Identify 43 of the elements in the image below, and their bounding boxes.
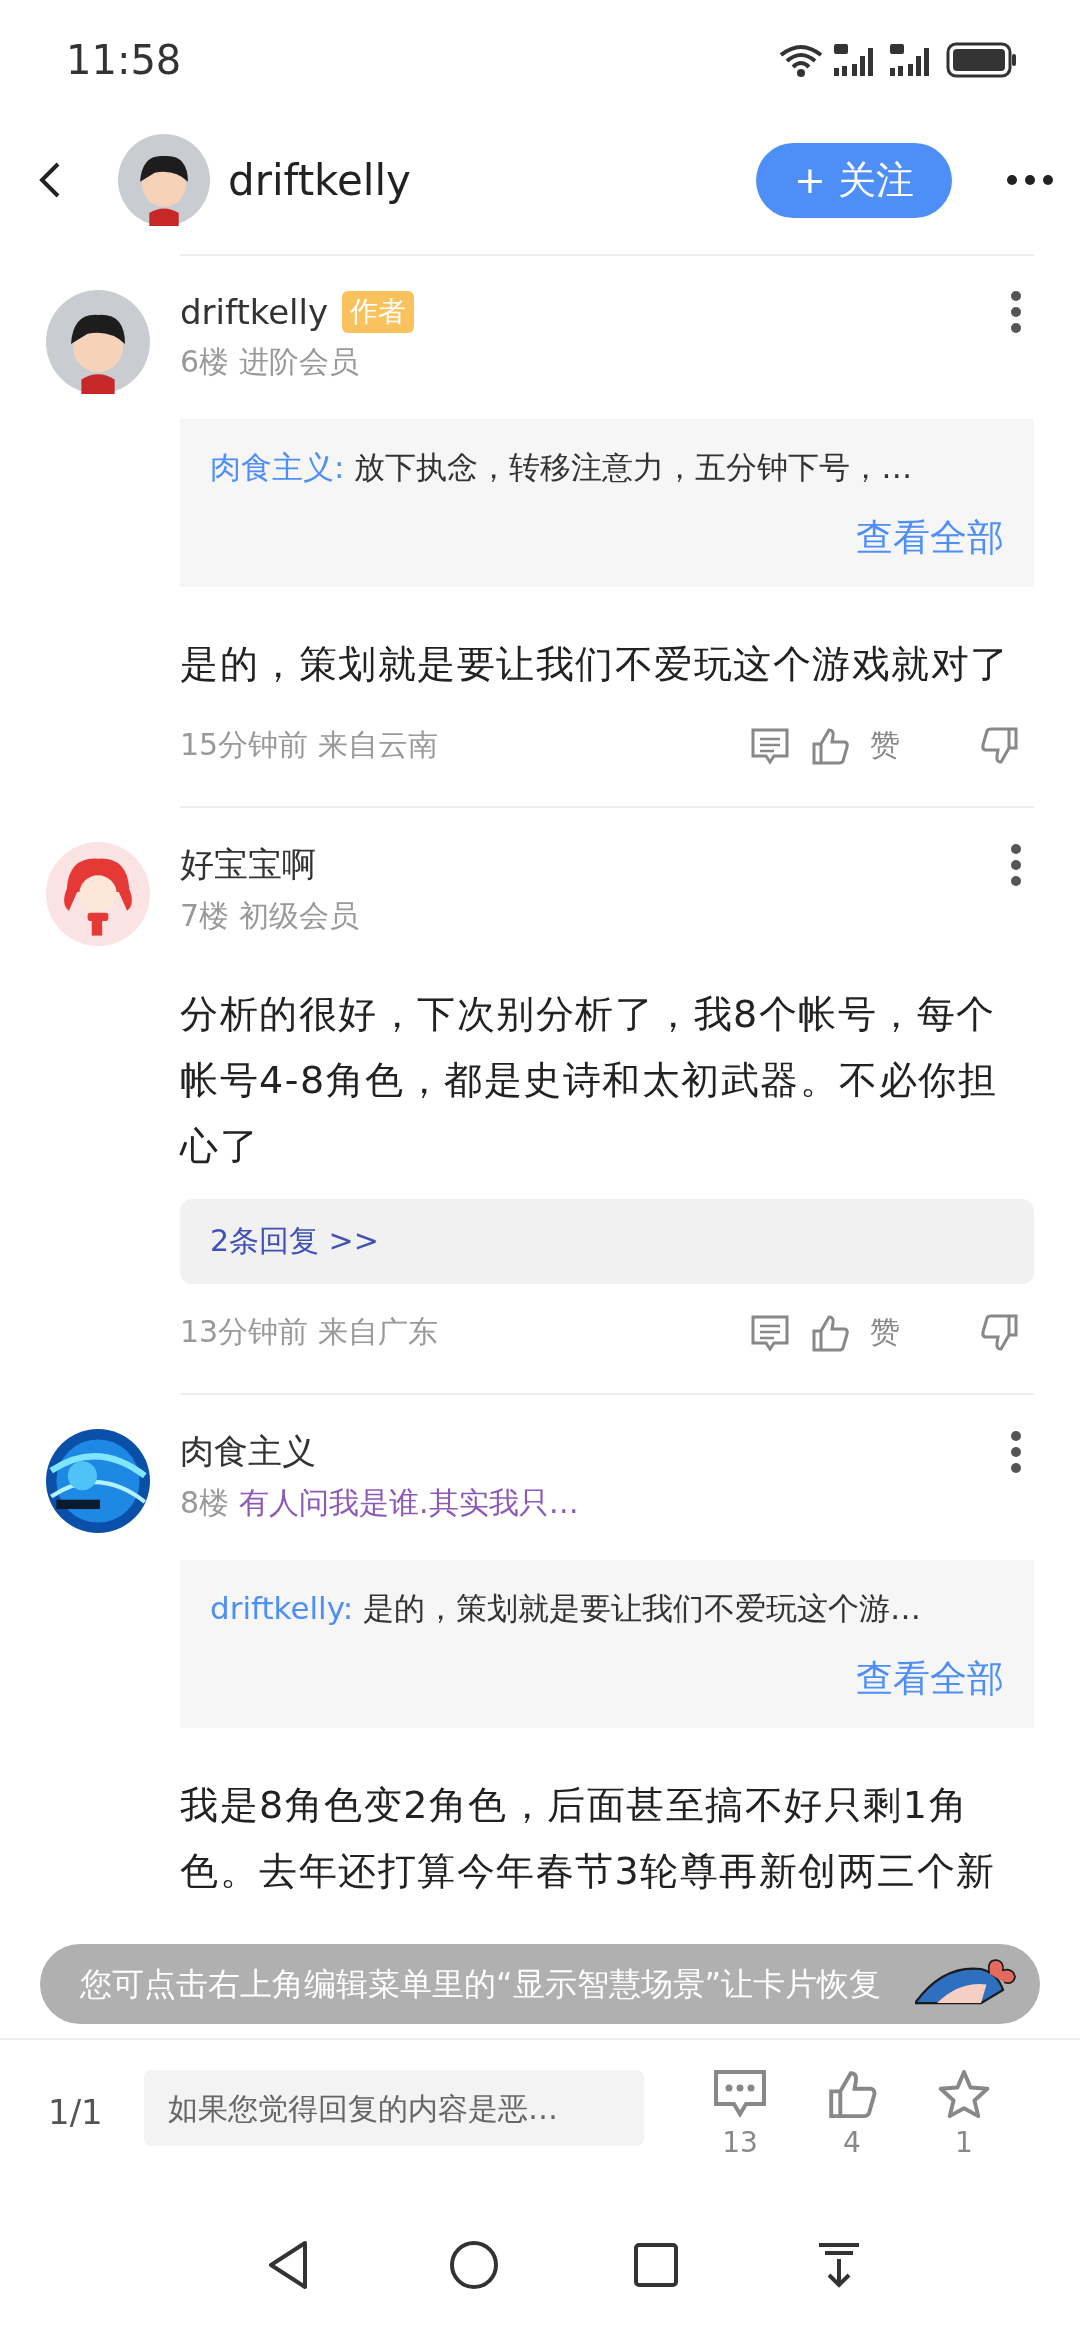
floor-number: 8楼 <box>180 1484 230 1522</box>
more-icon[interactable] <box>1010 843 1022 887</box>
username[interactable]: 肉食主义 <box>180 1429 316 1475</box>
username[interactable]: 好宝宝啊 <box>180 842 316 888</box>
quote-text: 肉食主义: 放下执念，转移注意力，五分钟下号，… <box>210 448 914 487</box>
comment-text: 是的，策划就是要让我们不爱玩这个游戏就对了 <box>180 641 1011 688</box>
floor-number: 7楼 <box>180 897 230 935</box>
comment-text: 分析的很好，下次别分析了，我8个帐号，每个帐号4-8角色，都是史诗和太初武器。不必你担心了 <box>180 991 999 1170</box>
replies-button[interactable]: 2条回复 >> <box>180 1199 1034 1284</box>
like-label[interactable]: 赞 <box>870 1312 900 1353</box>
status-time: 11:58 <box>66 37 182 83</box>
quote-card[interactable]: 肉食主义: 放下执念，转移注意力，五分钟下号，… 查看全部 <box>180 419 1034 587</box>
username[interactable]: driftkelly <box>180 292 329 332</box>
floor-number: 6楼 <box>180 343 230 381</box>
user-avatar[interactable] <box>46 290 150 394</box>
user-tag: 有人问我是谁.其实我只… <box>239 1483 579 1524</box>
username: driftkelly <box>228 155 412 205</box>
comment-icon[interactable] <box>712 2068 768 2120</box>
quote-text: driftkelly: 是的，策划就是要让我们不爱玩这个游… <box>210 1589 923 1628</box>
post-time: 13分钟前 来自广东 <box>180 1313 438 1351</box>
quote-card[interactable]: driftkelly: 是的，策划就是要让我们不爱玩这个游… 查看全部 <box>180 1560 1034 1728</box>
reply-input[interactable]: 如果您觉得回复的内容是恶… <box>144 2070 644 2146</box>
more-icon[interactable] <box>1010 1430 1022 1474</box>
thumbs-down-icon[interactable] <box>980 1312 1020 1353</box>
comment-count: 13 <box>722 2126 758 2159</box>
like-label[interactable]: 赞 <box>870 725 900 766</box>
user-avatar[interactable] <box>118 134 210 226</box>
post-time: 15分钟前 来自云南 <box>180 726 438 764</box>
page-indicator[interactable]: 1/1 <box>48 2092 144 2132</box>
like-count: 4 <box>843 2126 861 2159</box>
user-tag: 进阶会员 <box>239 342 360 383</box>
battery-icon <box>946 42 1018 78</box>
toast-message: 您可点击右上角编辑菜单里的“显示智慧场景”让卡片恢复 <box>40 1944 1040 2024</box>
more-icon[interactable] <box>1010 290 1022 334</box>
thumbs-down-icon[interactable] <box>980 725 1020 766</box>
back-icon[interactable] <box>38 160 62 200</box>
comment-text: 我是8角色变2角色，后面甚至搞不好只剩1角色。去年还打算今年春节3轮尊再新创两三个新 <box>180 1782 997 1895</box>
wifi-icon <box>778 43 824 77</box>
star-icon[interactable] <box>936 2068 992 2120</box>
author-badge: 作者 <box>342 291 415 333</box>
favorite-count: 1 <box>955 2126 973 2159</box>
user-tag: 初级会员 <box>239 896 360 937</box>
more-icon[interactable] <box>1006 174 1054 186</box>
